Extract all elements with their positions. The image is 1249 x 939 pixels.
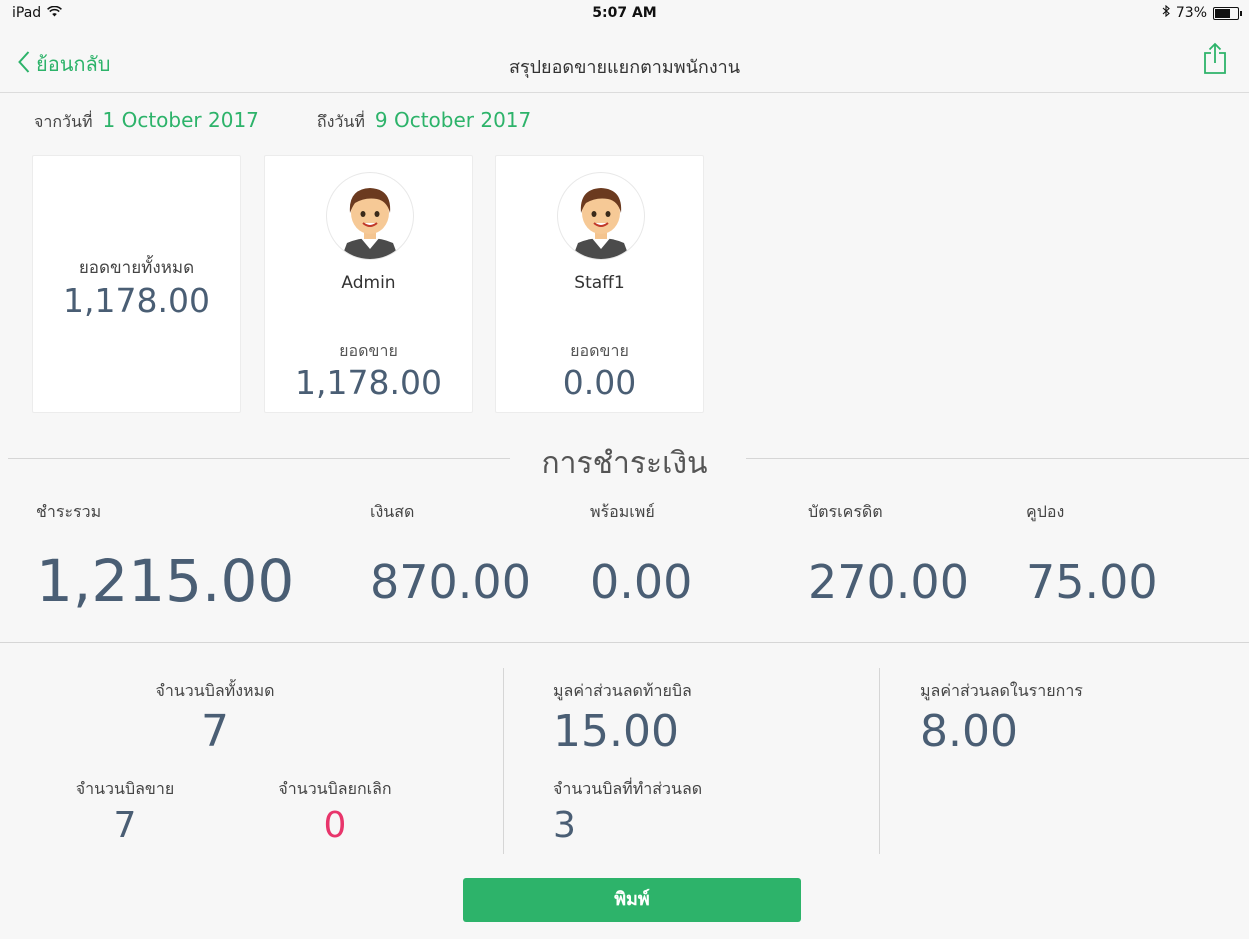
payment-credit-card: บัตรเครดิต 270.00	[808, 500, 969, 609]
payment-cash: เงินสด 870.00	[370, 500, 531, 609]
staff-name: Staff1	[574, 273, 625, 293]
battery-icon	[1213, 6, 1242, 20]
column-divider	[503, 668, 504, 854]
stat-item-discount: มูลค่าส่วนลดในรายการ 8.00	[920, 679, 1083, 754]
to-date-label: ถึงวันที่	[316, 112, 365, 131]
payment-coupon-value: 75.00	[1026, 555, 1158, 609]
status-time: 5:07 AM	[592, 5, 657, 21]
total-sales-card: ยอดขายทั้งหมด 1,178.00	[32, 155, 241, 413]
payment-section-header: การชำระเงิน	[0, 440, 1249, 481]
total-sales-label: ยอดขายทั้งหมด	[78, 258, 195, 278]
staff-sales-label: ยอดขาย	[339, 341, 398, 360]
navigation-bar: ย้อนกลับ สรุปยอดขายแยกตามพนักงาน	[0, 26, 1249, 93]
column-divider	[879, 668, 880, 854]
payment-cash-value: 870.00	[370, 555, 531, 609]
payment-total-label: ชำระรวม	[36, 502, 102, 521]
section-divider	[0, 642, 1249, 643]
staff-name: Admin	[341, 273, 396, 293]
staff-card-admin[interactable]: Admin ยอดขาย 1,178.00	[264, 155, 473, 413]
payment-credit-card-label: บัตรเครดิต	[808, 502, 883, 521]
stat-bill-discount: มูลค่าส่วนลดท้ายบิล 15.00	[553, 679, 692, 754]
page-title: สรุปยอดขายแยกตามพนักงาน	[508, 57, 741, 78]
stat-discount-bills-label: จำนวนบิลที่ทำส่วนลด	[553, 779, 703, 798]
staff-sales-label: ยอดขาย	[570, 341, 629, 360]
stat-sale-bills-label: จำนวนบิลขาย	[75, 779, 175, 798]
payment-promptpay-label: พร้อมเพย์	[590, 502, 655, 521]
stat-sale-bills-value: 7	[113, 805, 137, 846]
share-icon	[1203, 42, 1227, 78]
stat-item-discount-value: 8.00	[920, 706, 1018, 757]
to-date-value[interactable]: 9 October 2017	[375, 108, 531, 132]
stat-item-discount-label: มูลค่าส่วนลดในรายการ	[920, 681, 1083, 700]
from-date-label: จากวันที่	[34, 112, 93, 131]
payment-summary: ชำระรวม 1,215.00 เงินสด 870.00 พร้อมเพย์…	[0, 500, 1249, 630]
bluetooth-icon	[1162, 4, 1170, 21]
total-sales-value: 1,178.00	[63, 281, 210, 320]
payment-promptpay: พร้อมเพย์ 0.00	[590, 500, 692, 609]
stat-discount-bills-value: 3	[553, 805, 576, 846]
stat-bill-discount-value: 15.00	[553, 706, 679, 757]
avatar	[326, 172, 414, 260]
stat-cancelled-bills-value: 0	[323, 805, 347, 846]
print-button[interactable]: พิมพ์	[463, 878, 801, 922]
payment-total: ชำระรวม 1,215.00	[36, 500, 294, 615]
status-bar: iPad 5:07 AM 73%	[0, 0, 1249, 26]
payment-credit-card-value: 270.00	[808, 555, 969, 609]
staff-sales-value: 1,178.00	[295, 363, 442, 402]
stat-cancelled-bills: จำนวนบิลยกเลิก 0	[260, 777, 410, 844]
staff-sales-value: 0.00	[562, 363, 637, 402]
date-range: จากวันที่ 1 October 2017 ถึงวันที่ 9 Oct…	[34, 108, 589, 135]
payment-total-value: 1,215.00	[36, 547, 295, 615]
stat-cancelled-bills-label: จำนวนบิลยกเลิก	[278, 779, 392, 798]
from-date-value[interactable]: 1 October 2017	[103, 108, 259, 132]
stat-discount-bills: จำนวนบิลที่ทำส่วนลด 3	[553, 777, 702, 844]
staff-card-staff1[interactable]: Staff1 ยอดขาย 0.00	[495, 155, 704, 413]
stat-bill-discount-label: มูลค่าส่วนลดท้ายบิล	[553, 681, 692, 700]
payment-coupon-label: คูปอง	[1026, 502, 1065, 521]
share-button[interactable]	[1203, 42, 1227, 78]
avatar	[557, 172, 645, 260]
stat-sale-bills: จำนวนบิลขาย 7	[55, 777, 195, 844]
payment-cash-label: เงินสด	[370, 502, 415, 521]
battery-percent: 73%	[1175, 5, 1207, 21]
stat-total-bills-label: จำนวนบิลทั้งหมด	[155, 681, 275, 700]
payment-section-title: การชำระเงิน	[541, 446, 708, 481]
stat-total-bills: จำนวนบิลทั้งหมด 7	[115, 679, 315, 754]
payment-coupon: คูปอง 75.00	[1026, 500, 1158, 609]
stat-total-bills-value: 7	[201, 706, 229, 757]
payment-promptpay-value: 0.00	[590, 555, 693, 609]
